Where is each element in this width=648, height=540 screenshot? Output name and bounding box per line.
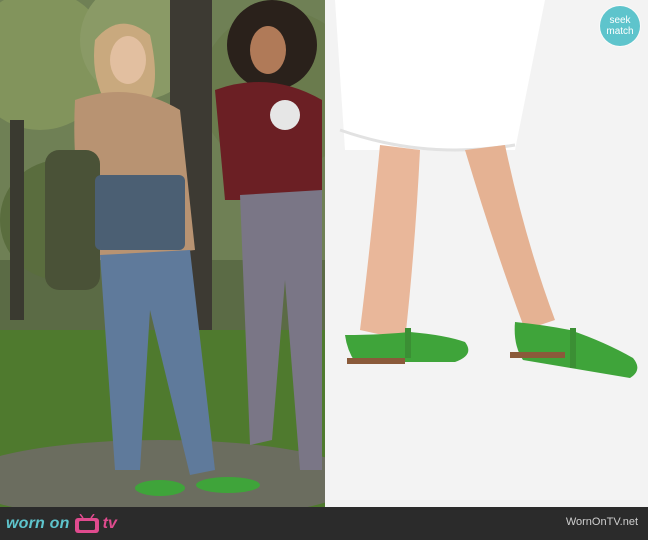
product-illustration <box>325 0 648 507</box>
badge-line-1: seek <box>609 15 631 26</box>
site-logo[interactable]: worn on tv <box>6 513 117 535</box>
badge-line-2: match <box>606 26 634 37</box>
tv-icon <box>74 514 100 534</box>
logo-text: worn on <box>6 515 70 532</box>
logo-tv-text: tv <box>102 515 117 532</box>
scene-photo <box>0 0 325 507</box>
footer-bar: worn on tv WornOnTV.net <box>0 507 648 540</box>
product-photo <box>325 0 648 507</box>
seek-match-badge[interactable]: seek match <box>600 6 640 46</box>
site-name: WornOnTV.net <box>565 516 638 528</box>
scene-illustration <box>0 0 325 507</box>
